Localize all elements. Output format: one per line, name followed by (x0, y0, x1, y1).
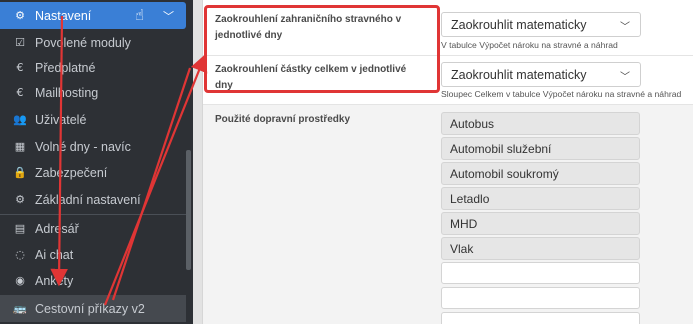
calendar-icon: ▦ (14, 140, 26, 153)
sidebar-item-label: Cestovní příkazy v2 (35, 301, 145, 316)
target-icon: ◉ (15, 274, 25, 287)
bus-icon: 🚌 (13, 302, 27, 315)
sidebar-item-povolene-moduly[interactable]: ☑ Povolené moduly (0, 30, 186, 55)
pointer-hand-icon: ☝ (135, 6, 145, 24)
select-value: Zaokrouhlit matematicky (451, 17, 587, 32)
sidebar-item-volne-dny[interactable]: ▦ Volné dny - navíc (0, 134, 186, 159)
transport-item[interactable]: Automobil soukromý (441, 162, 640, 185)
sidebar-item-label: Základní nastavení (35, 192, 141, 207)
sidebar-item-label: Ankety (35, 273, 74, 288)
chat-icon: ◌ (15, 248, 25, 261)
chevron-down-icon: ﹀ (620, 22, 630, 33)
euro-icon: € (16, 61, 24, 74)
transport-item[interactable]: Vlak (441, 237, 640, 260)
book-icon: ▤ (14, 222, 26, 235)
sidebar-item-uzivatele[interactable]: 👥 Uživatelé (0, 107, 186, 132)
sidebar-item-label: Ai chat (35, 247, 74, 262)
users-icon: 👥 (13, 113, 27, 126)
annotation-highlight-box (204, 5, 440, 93)
setting-hint: V tabulce Výpočet nároku na stravné a ná… (441, 40, 618, 50)
sidebar-item-ai-chat[interactable]: ◌ Ai chat (0, 242, 186, 267)
sidebar-item-label: Mailhosting (35, 85, 99, 100)
lock-icon: 🔒 (13, 166, 27, 179)
sidebar-item-label: Nastavení (35, 8, 92, 23)
setting-label-dopravni-prostredky: Použité dopravní prostředky (215, 114, 351, 125)
cogs-icon: ⚙ (15, 193, 25, 206)
setting-hint: Sloupec Celkem v tabulce Výpočet nároku … (441, 89, 682, 99)
transport-item[interactable]: Automobil služební (441, 137, 640, 160)
sidebar-item-label: Uživatelé (35, 112, 87, 127)
transport-empty-input[interactable] (441, 287, 640, 309)
sidebar-item-ankety[interactable]: ◉ Ankety (0, 268, 186, 293)
sidebar-item-zabezpeceni[interactable]: 🔒 Zabezpečení (0, 160, 186, 185)
euro-icon: € (16, 86, 24, 99)
sidebar: ⚙ Nastavení ☝ ﹀ ☑ Povolené moduly € Před… (0, 0, 193, 324)
sidebar-scrollbar[interactable] (186, 150, 191, 270)
content-gutter (193, 0, 203, 324)
select-value: Zaokrouhlit matematicky (451, 67, 587, 82)
sidebar-item-label: Zabezpečení (35, 165, 108, 180)
sidebar-item-label: Povolené moduly (35, 35, 131, 50)
transport-item[interactable]: MHD (441, 212, 640, 235)
checkbox-icon: ☑ (15, 36, 25, 49)
chevron-down-icon[interactable]: ﹀ (163, 8, 174, 24)
select-castka-celkem[interactable]: Zaokrouhlit matematicky ﹀ (441, 62, 641, 87)
select-zahranicni-stravne[interactable]: Zaokrouhlit matematicky ﹀ (441, 12, 641, 37)
sidebar-item-label: Volné dny - navíc (35, 139, 131, 154)
transport-item[interactable]: Autobus (441, 112, 640, 135)
transport-empty-input[interactable] (441, 312, 640, 324)
transport-item[interactable]: Letadlo (441, 187, 640, 210)
sidebar-item-adresar[interactable]: ▤ Adresář (0, 216, 186, 241)
sidebar-item-mailhosting[interactable]: € Mailhosting (0, 80, 186, 105)
sidebar-item-nastaveni[interactable]: ⚙ Nastavení ☝ ﹀ (0, 2, 186, 29)
sidebar-item-label: Adresář (35, 221, 79, 236)
sidebar-item-cestovni-prikazy[interactable]: 🚌 Cestovní příkazy v2 (0, 295, 186, 322)
transport-empty-input[interactable] (441, 262, 640, 284)
sidebar-item-zakladni-nastaveni[interactable]: ⚙ Základní nastavení (0, 187, 186, 212)
cogs-icon: ⚙ (15, 9, 25, 22)
sidebar-item-label: Předplatné (35, 60, 96, 75)
chevron-down-icon: ﹀ (620, 72, 630, 83)
sidebar-divider (0, 214, 186, 215)
sidebar-item-predplatne[interactable]: € Předplatné (0, 55, 186, 80)
